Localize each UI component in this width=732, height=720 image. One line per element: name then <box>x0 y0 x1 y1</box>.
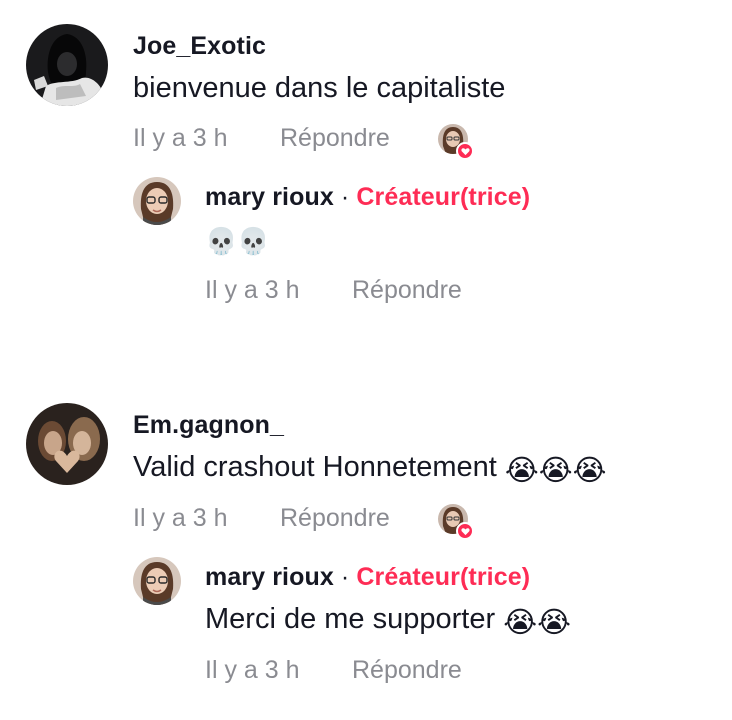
separator-dot: · <box>340 563 350 591</box>
crying-emoji: 😭 <box>572 455 607 487</box>
creator-face-icon <box>133 177 181 225</box>
reply-username[interactable]: mary rioux <box>205 563 334 591</box>
reply-text-body: Merci de me supporter <box>205 603 496 635</box>
reply-button[interactable]: Répondre <box>352 656 462 685</box>
joe-exotic-avatar[interactable] <box>26 24 108 106</box>
reply-timestamp: Il y a 3 h <box>205 276 300 304</box>
creator-face-icon <box>133 557 181 605</box>
comment-username[interactable]: Em.gagnon_ <box>133 411 284 440</box>
comment-username[interactable]: Joe_Exotic <box>133 32 266 61</box>
crying-emoji: 😭 <box>504 455 539 487</box>
creator-liked-indicator <box>438 504 474 540</box>
comment-text-body: Valid crashout Honnetement <box>133 451 497 483</box>
reply-text: Merci de me supporter 😭😭 <box>205 603 571 640</box>
reply-button[interactable]: Répondre <box>280 124 390 153</box>
reply-button[interactable]: Répondre <box>280 504 390 533</box>
heart-icon <box>456 522 474 540</box>
comment-timestamp: Il y a 3 h <box>133 504 228 532</box>
two-people-heart-icon <box>26 403 108 485</box>
comments-section: Joe_Exotic bienvenue dans le capitaliste… <box>0 0 732 720</box>
hooded-figure-icon <box>26 24 108 106</box>
em-gagnon-avatar[interactable] <box>26 403 108 485</box>
creator-badge: Créateur(trice) <box>356 563 531 591</box>
reply-button[interactable]: Répondre <box>352 276 462 305</box>
separator-dot: · <box>340 183 350 211</box>
reply-timestamp: Il y a 3 h <box>205 656 300 684</box>
skull-emoji: 💀 <box>237 226 270 256</box>
comment-text: Valid crashout Honnetement 😭😭😭 <box>133 451 607 488</box>
crying-emoji: 😭 <box>538 455 573 487</box>
crying-emoji: 😭 <box>537 607 571 639</box>
crying-emoji: 😭 <box>503 607 538 639</box>
reply-username-line: mary rioux · Créateur(trice) <box>205 183 530 212</box>
reply-text: 💀💀 <box>205 222 270 257</box>
reply-username[interactable]: mary rioux <box>205 183 334 211</box>
heart-icon <box>456 142 474 160</box>
comment-timestamp: Il y a 3 h <box>133 124 228 152</box>
skull-emoji: 💀 <box>205 226 238 256</box>
creator-avatar[interactable] <box>133 177 181 225</box>
creator-liked-indicator <box>438 124 474 160</box>
comment-text: bienvenue dans le capitaliste <box>133 72 506 104</box>
creator-badge: Créateur(trice) <box>356 183 531 211</box>
creator-avatar[interactable] <box>133 557 181 605</box>
reply-username-line: mary rioux · Créateur(trice) <box>205 563 530 592</box>
